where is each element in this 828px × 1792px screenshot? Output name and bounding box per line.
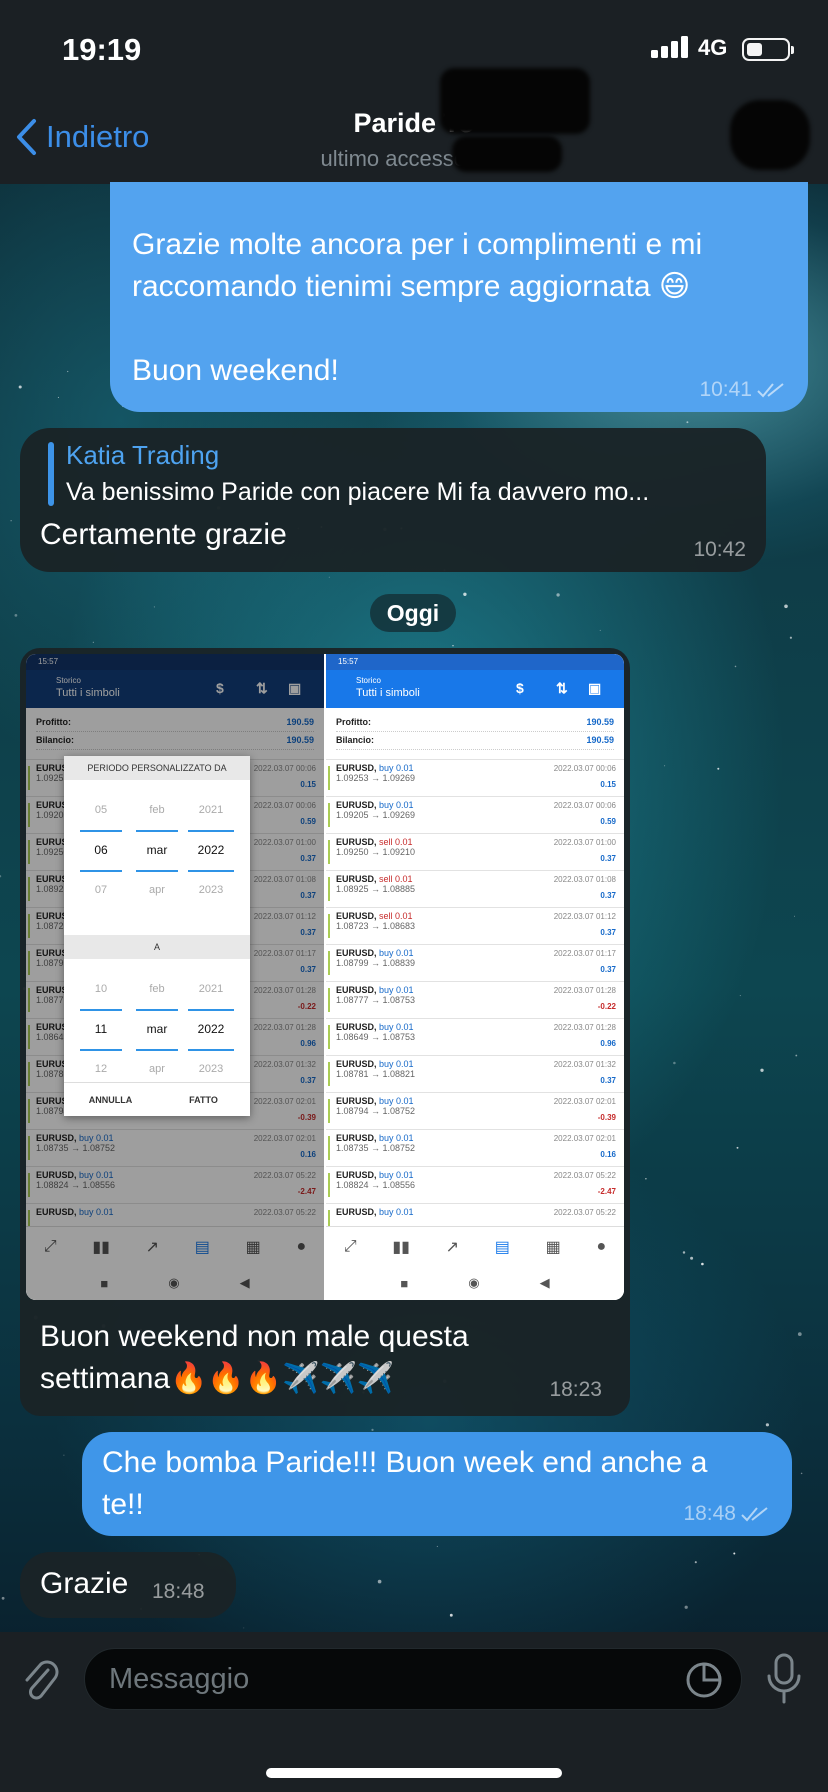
trade-list: EURUSD, buy 0.011.09253 → 1.092692022.03…	[326, 759, 624, 1240]
balance-label: Bilancio:	[336, 735, 375, 745]
message-line: Che bomba Paride!!! Buon week end anche …	[102, 1446, 708, 1479]
trade-row: EURUSD, buy 0.011.09205 → 1.092692022.03…	[326, 796, 624, 833]
message-time: 18:23	[549, 1378, 602, 1401]
signal-icon	[651, 36, 691, 58]
dialog-separator: A	[64, 935, 250, 959]
trade-row: EURUSD, buy 0.01 1.08824 → 1.08556 2022.03…	[326, 1166, 624, 1203]
redaction-mark	[440, 68, 590, 134]
shot-title-small: Storico	[356, 676, 381, 685]
message-meta: 10:41	[699, 378, 786, 402]
currency-icon: $	[516, 680, 524, 696]
message-line: raccomando tienimi sempre aggiornata 😄	[132, 270, 691, 303]
message-placeholder: Messaggio	[109, 1663, 250, 1695]
reply-text: Va benissimo Paride con piacere Mi fa da…	[66, 478, 650, 506]
status-time: 19:19	[62, 32, 142, 67]
trade-row: EURUSD, buy 0.011.08781 → 1.088212022.03…	[326, 1055, 624, 1092]
contact-name[interactable]: Paride To	[0, 108, 828, 139]
trade-row: EURUSD, buy 0.011.08649 → 1.087532022.03…	[326, 1018, 624, 1055]
bottom-nav: ⤢ ▮▮ ↗ ▤ ▦ ●	[326, 1226, 624, 1266]
trade-row: EURUSD, buy 0.011.08799 → 1.088392022.03…	[326, 944, 624, 981]
calendar-icon: ▣	[588, 680, 602, 696]
message-text: Grazie	[40, 1567, 129, 1600]
sort-icon: ⇅	[556, 680, 568, 696]
last-seen: ultimo accesso di e	[320, 146, 508, 171]
attached-photo[interactable]: 15:57 Storico Tutti i simboli $ ⇅ ▣ Prof…	[26, 654, 624, 1300]
dialog-header: PERIODO PERSONALIZZATO DA	[64, 756, 250, 780]
redaction-mark	[452, 136, 562, 172]
avatar[interactable]	[730, 100, 810, 170]
trade-row: EURUSD, buy 0.011.08794 → 1.087522022.03…	[326, 1092, 624, 1129]
reply-author: Katia Trading	[66, 440, 220, 470]
balance-value: 190.59	[586, 735, 614, 745]
screenshot-right: 15:57 Storico Tutti i simboli $ ⇅ ▣ Prof…	[326, 654, 624, 1300]
profit-value: 190.59	[586, 717, 614, 727]
screenshot-left: 15:57 Storico Tutti i simboli $ ⇅ ▣ Prof…	[26, 654, 324, 1300]
network-type: 4G	[698, 35, 728, 60]
from-picker: 05 06 07 feb mar apr 2021 2022 2023	[64, 780, 250, 935]
profit-label: Profitto:	[336, 717, 371, 727]
message-text: Buon weekend non male questa settimana🔥🔥…	[40, 1316, 469, 1400]
date-separator: Oggi	[370, 594, 456, 632]
trade-row: EURUSD, buy 0.011.09253 → 1.092692022.03…	[326, 759, 624, 796]
dialog-cancel: ANNULLA	[88, 1095, 133, 1105]
message-meta: 18:48	[683, 1502, 770, 1526]
double-check-icon	[757, 383, 784, 398]
shot-time: 15:57	[338, 657, 359, 666]
trade-row: EURUSD, sell 0.011.08723 → 1.086832022.0…	[326, 907, 624, 944]
message-line: Buon weekend non male questa	[40, 1320, 469, 1353]
reply-bar	[48, 442, 54, 506]
message-text: Certamente grazie	[40, 518, 287, 551]
message-line: Grazie molte ancora per i complimenti e …	[132, 228, 703, 261]
message-bubble-incoming[interactable]: Grazie 18:48	[20, 1552, 236, 1618]
microphone-icon[interactable]	[764, 1652, 804, 1706]
message-line: te!!	[102, 1488, 144, 1521]
date-picker-dialog: PERIODO PERSONALIZZATO DA 05 06 07 feb mar a…	[64, 756, 250, 1116]
trade-row: EURUSD, sell 0.011.08925 → 1.088852022.0…	[326, 870, 624, 907]
message-time: 10:42	[693, 538, 746, 561]
message-time: 18:48	[683, 1502, 736, 1525]
double-check-icon	[741, 1507, 768, 1522]
sticker-icon[interactable]	[685, 1661, 723, 1699]
dialog-done: FATTO	[189, 1095, 218, 1105]
message-bubble-outgoing[interactable]: Che bomba Paride!!! Buon week end anche …	[82, 1432, 792, 1536]
message-bubble-outgoing[interactable]: Grazie molte ancora per i complimenti e …	[110, 182, 808, 412]
message-line: settimana🔥🔥🔥✈️✈️✈️	[40, 1362, 395, 1395]
battery-icon	[742, 38, 794, 61]
message-input[interactable]: Messaggio	[84, 1648, 742, 1710]
trade-row: EURUSD, buy 0.01 1.08735 → 1.08752 2022.03…	[326, 1129, 624, 1166]
trade-row: EURUSD, buy 0.011.08777 → 1.087532022.03…	[326, 981, 624, 1018]
trade-row: EURUSD, sell 0.011.09250 → 1.092102022.0…	[326, 833, 624, 870]
message-line: Buon weekend!	[132, 354, 339, 387]
message-text: Grazie molte ancora per i complimenti e …	[132, 224, 702, 392]
message-time: 10:41	[699, 378, 752, 401]
home-indicator	[266, 1768, 562, 1778]
message-time: 18:48	[152, 1580, 205, 1603]
paperclip-icon[interactable]	[18, 1656, 62, 1704]
composer: Messaggio	[0, 1632, 828, 1792]
chat-header: Indietro Paride To ultimo accesso di e	[0, 68, 828, 184]
message-text: Che bomba Paride!!! Buon week end anche …	[102, 1442, 707, 1526]
status-bar: 19:19 4G	[0, 0, 828, 98]
message-bubble-incoming[interactable]: Katia Trading Va benissimo Paride con pi…	[20, 428, 766, 572]
shot-title: Tutti i simboli	[356, 687, 420, 699]
